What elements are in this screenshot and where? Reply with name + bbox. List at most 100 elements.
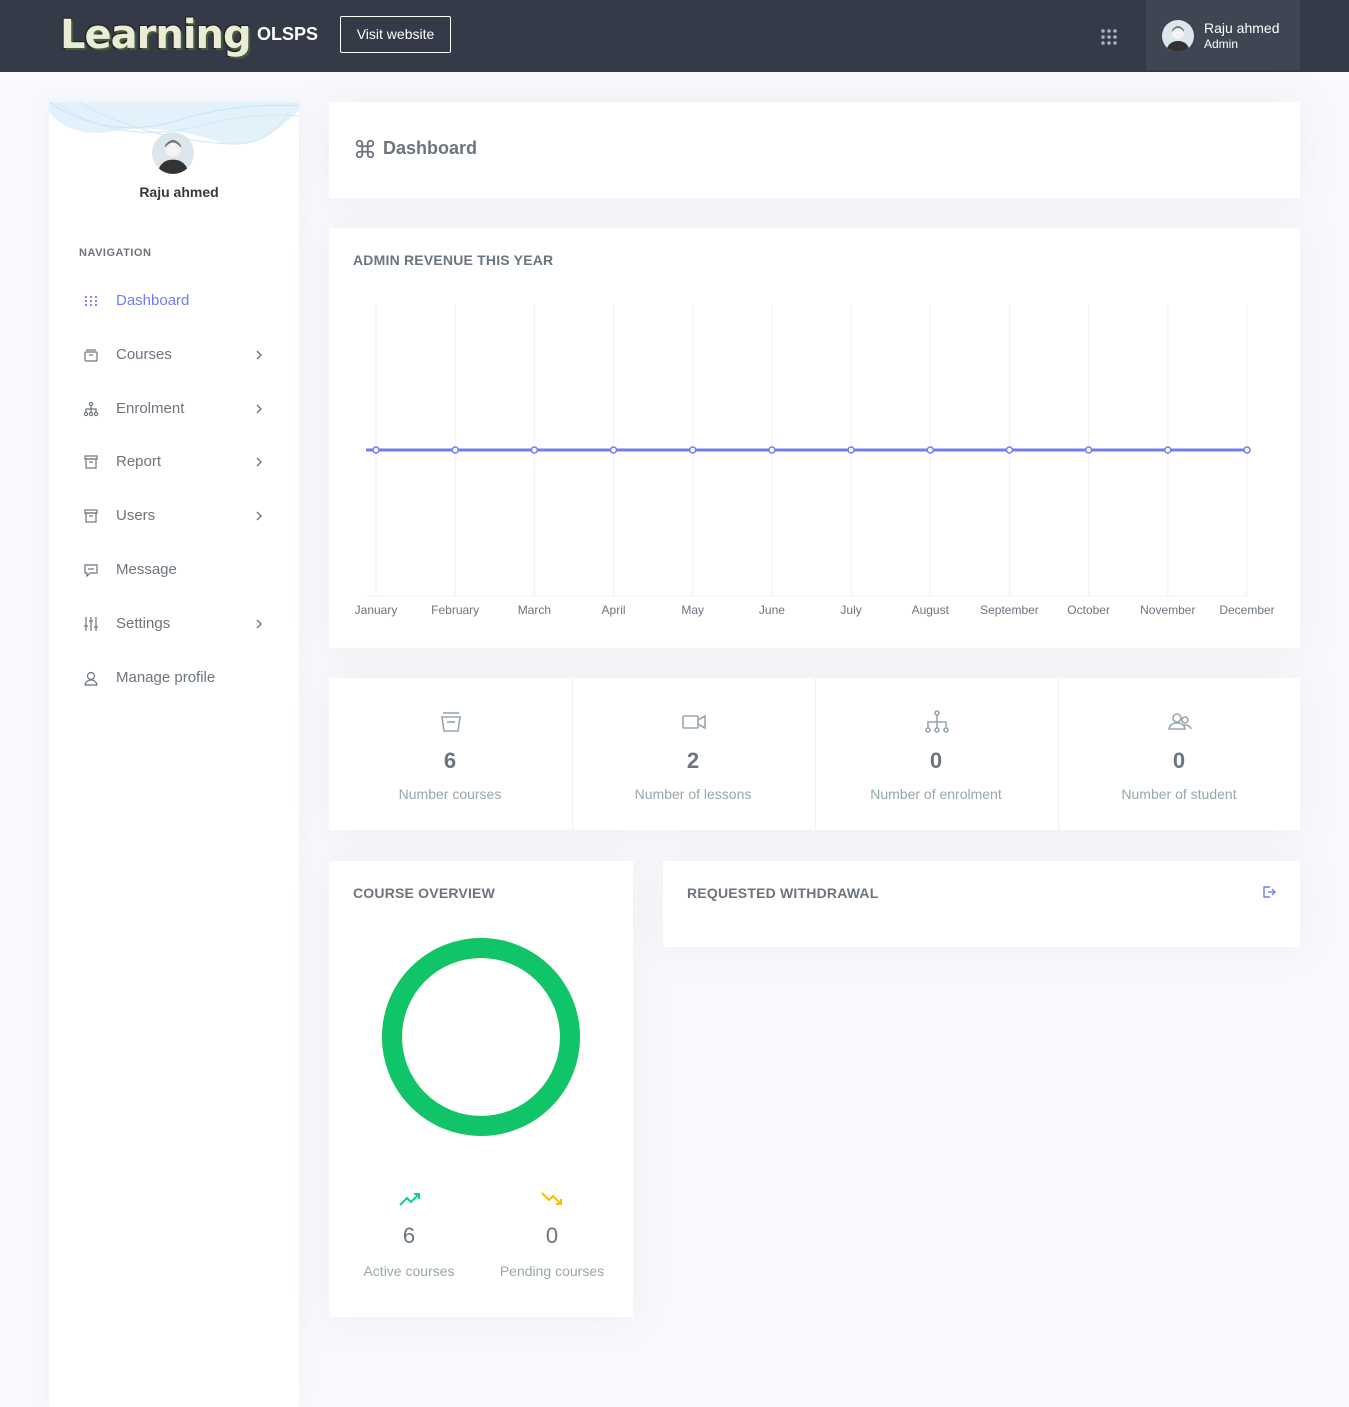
chevron-right-icon bbox=[256, 511, 262, 521]
top-navbar: Learning OLSPS Visit website Raju ahmed … bbox=[0, 0, 1349, 72]
sidebar-item-courses[interactable]: Courses bbox=[79, 340, 269, 370]
stat-value: 0 bbox=[1172, 748, 1186, 773]
user-icon bbox=[84, 671, 98, 686]
x-tick-label: January bbox=[355, 603, 398, 617]
trending-down-icon bbox=[541, 1192, 562, 1205]
stat-students: 0 Number of student bbox=[1058, 678, 1300, 830]
user-name: Raju ahmed bbox=[1204, 20, 1280, 36]
sidebar-item-label: Message bbox=[116, 561, 177, 578]
sidebar-item-message[interactable]: Message bbox=[79, 555, 269, 585]
revenue-line-chart: January February March April May June July Augu… bbox=[355, 304, 1275, 617]
x-tick-label: July bbox=[840, 603, 861, 617]
x-tick-label: December bbox=[1219, 603, 1274, 617]
sliders-icon bbox=[84, 617, 98, 631]
x-tick-label: February bbox=[431, 603, 479, 617]
chevron-right-icon bbox=[256, 404, 262, 414]
data-point[interactable] bbox=[1164, 446, 1172, 454]
active-courses-label: Active courses bbox=[363, 1263, 455, 1279]
data-point[interactable] bbox=[926, 446, 935, 454]
left-sidebar: Raju ahmed NAVIGATION Dashboard Courses … bbox=[49, 102, 299, 1407]
data-point[interactable] bbox=[688, 446, 697, 454]
pending-courses-label: Pending courses bbox=[499, 1263, 605, 1279]
chevron-right-icon bbox=[256, 619, 262, 629]
network-icon bbox=[83, 401, 99, 417]
x-tick-label: October bbox=[1067, 603, 1110, 617]
data-point[interactable] bbox=[530, 446, 539, 454]
command-icon bbox=[355, 139, 375, 159]
sidebar-item-label: Manage profile bbox=[116, 669, 216, 686]
chevron-right-icon bbox=[256, 350, 262, 360]
stat-label: Number of lessons bbox=[634, 786, 752, 802]
x-tick-label: May bbox=[681, 603, 704, 617]
stat-value: 0 bbox=[929, 748, 943, 773]
data-point[interactable] bbox=[451, 446, 459, 454]
sidebar-item-report[interactable]: Report bbox=[79, 447, 269, 477]
video-icon bbox=[682, 714, 706, 730]
box-icon bbox=[84, 455, 98, 469]
sidebar-item-label: Enrolment bbox=[116, 400, 185, 417]
page-title: Dashboard bbox=[383, 138, 478, 158]
stat-label: Number of student bbox=[1121, 786, 1237, 802]
revenue-chart-card: ADMIN REVENUE THIS YEAR January February M… bbox=[329, 228, 1300, 648]
stat-enrolment: 0 Number of enrolment bbox=[815, 678, 1057, 830]
nav-heading: NAVIGATION bbox=[79, 247, 152, 259]
apps-grid-icon[interactable] bbox=[1100, 28, 1118, 46]
donut-active-segment bbox=[382, 938, 580, 1136]
data-point[interactable] bbox=[847, 446, 855, 454]
data-point[interactable] bbox=[1084, 446, 1093, 454]
x-tick-label: April bbox=[602, 603, 626, 617]
page-title-card: Dashboard bbox=[329, 102, 1300, 198]
requested-withdrawal-card: REQUESTED WITHDRAWAL bbox=[663, 861, 1300, 947]
stat-label: Number courses bbox=[398, 786, 502, 802]
sidebar-item-users[interactable]: Users bbox=[79, 501, 269, 531]
archive-icon bbox=[84, 349, 98, 362]
x-tick-label: March bbox=[518, 603, 551, 617]
data-point[interactable] bbox=[372, 446, 380, 454]
network-icon bbox=[925, 710, 949, 733]
x-tick-label: August bbox=[912, 603, 950, 617]
stat-value: 6 bbox=[443, 748, 457, 773]
sidebar-item-enrolment[interactable]: Enrolment bbox=[79, 394, 269, 424]
stat-label: Number of enrolment bbox=[870, 786, 1002, 802]
sidebar-item-label: Report bbox=[116, 453, 162, 470]
course-overview-title: COURSE OVERVIEW bbox=[353, 885, 495, 901]
data-point[interactable] bbox=[609, 446, 618, 454]
archive-icon bbox=[441, 712, 461, 732]
x-tick-label: September bbox=[980, 603, 1039, 617]
sidebar-item-label: Dashboard bbox=[116, 292, 190, 309]
sidebar-avatar bbox=[152, 132, 194, 174]
stat-value: 2 bbox=[686, 748, 700, 773]
data-point[interactable] bbox=[768, 446, 776, 454]
stats-card: 6 Number courses 2 Number of lessons 0 N… bbox=[329, 678, 1300, 830]
dots-grid-icon bbox=[84, 295, 98, 307]
system-name: OLSPS bbox=[257, 24, 319, 44]
data-point[interactable] bbox=[1005, 446, 1014, 454]
logo[interactable]: Learning bbox=[60, 10, 252, 60]
sidebar-item-label: Courses bbox=[116, 346, 172, 363]
export-icon[interactable] bbox=[1262, 885, 1276, 899]
active-courses-value: 6 bbox=[402, 1223, 416, 1248]
box-icon bbox=[84, 509, 98, 523]
stat-lessons: 2 Number of lessons bbox=[572, 678, 814, 830]
course-overview-card: COURSE OVERVIEW 6 Active courses 0 Pendi… bbox=[329, 861, 633, 1317]
pending-courses-value: 0 bbox=[545, 1223, 559, 1248]
x-tick-label: November bbox=[1140, 603, 1195, 617]
user-menu[interactable]: Raju ahmed Admin bbox=[1146, 0, 1300, 70]
avatar bbox=[1162, 20, 1194, 52]
chevron-right-icon bbox=[256, 457, 262, 467]
users-icon bbox=[1168, 713, 1192, 730]
chat-icon bbox=[84, 564, 98, 578]
x-tick-label: June bbox=[759, 603, 785, 617]
visit-website-button[interactable]: Visit website bbox=[340, 16, 451, 53]
requested-withdrawal-title: REQUESTED WITHDRAWAL bbox=[687, 885, 879, 901]
sidebar-user-name: Raju ahmed bbox=[139, 184, 219, 200]
course-donut-chart bbox=[382, 938, 580, 1136]
sidebar-item-dashboard[interactable]: Dashboard bbox=[79, 286, 269, 316]
sidebar-item-label: Settings bbox=[116, 615, 171, 632]
data-point[interactable] bbox=[1243, 446, 1251, 454]
sidebar-item-settings[interactable]: Settings bbox=[79, 609, 269, 639]
sidebar-item-manage-profile[interactable]: Manage profile bbox=[79, 663, 269, 693]
stat-courses: 6 Number courses bbox=[329, 678, 571, 830]
trending-up-icon bbox=[399, 1193, 420, 1206]
user-role: Admin bbox=[1204, 37, 1239, 51]
